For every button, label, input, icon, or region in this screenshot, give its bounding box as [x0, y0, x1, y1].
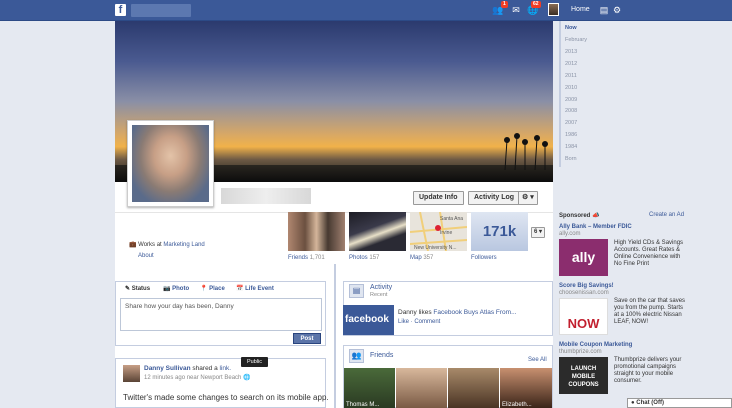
jump-2008[interactable]: 2008: [565, 108, 577, 114]
tab-place[interactable]: 📍 Place: [200, 285, 225, 292]
ad-2-image[interactable]: NOW: [559, 298, 608, 335]
chat-bar[interactable]: ● Chat (Off): [627, 398, 732, 408]
activity-log-button[interactable]: Activity Log: [468, 191, 521, 205]
tab-status[interactable]: ✎ Status: [125, 285, 150, 292]
ad-1-text: High Yield CDs & Savings Accounts. Great…: [614, 240, 684, 267]
jump-2009[interactable]: 2009: [565, 97, 577, 103]
update-info-button[interactable]: Update Info: [413, 191, 464, 205]
friend-requests-badge: 1: [501, 1, 508, 8]
about-link[interactable]: About: [138, 253, 154, 259]
globe-icon[interactable]: 🌐: [243, 375, 250, 381]
followers-thumbnail[interactable]: 171k: [471, 212, 528, 251]
map-thumbnail[interactable]: Santa Ana Irvine New University N...: [409, 211, 468, 252]
friend-photo[interactable]: Elizabeth...: [500, 368, 552, 408]
ad-1-title[interactable]: Ally Bank – Member FDIC: [559, 224, 632, 230]
story-header: Danny Sullivan shared a link.: [144, 365, 231, 372]
works-prefix: Works at: [138, 242, 162, 248]
tab-photo[interactable]: 📷 Photo: [163, 285, 189, 292]
avatar[interactable]: [548, 3, 559, 16]
sponsored-heading: Sponsored 📣: [559, 213, 600, 219]
tab-followers[interactable]: Followers: [471, 255, 497, 261]
photos-thumbnail[interactable]: [349, 212, 406, 251]
tab-map[interactable]: Map 357: [410, 255, 433, 261]
ad-3-text: Thumbprize delivers your promotional cam…: [614, 357, 682, 384]
activity-item: Danny likes Facebook Buys Atlas From...: [398, 309, 517, 316]
post-button[interactable]: Post: [293, 333, 321, 344]
see-all-link[interactable]: See All: [528, 357, 547, 363]
settings-menu-button[interactable]: ⚙ ▾: [518, 191, 538, 205]
ad-3-title[interactable]: Mobile Coupon Marketing: [559, 342, 632, 348]
story-link[interactable]: link.: [220, 365, 232, 372]
friend-name: Elizabeth...: [502, 402, 532, 408]
more-tabs-button[interactable]: 6 ▾: [531, 227, 546, 238]
activity-icon: ▤: [349, 284, 364, 298]
story-author-avatar[interactable]: [123, 365, 140, 382]
jump-2010[interactable]: 2010: [565, 85, 577, 91]
friend-photo[interactable]: [396, 368, 447, 408]
friend-name: Thomas M...: [346, 402, 380, 408]
map-graphic: Santa Ana Irvine New University N...: [409, 211, 468, 252]
messages-icon[interactable]: ✉: [510, 4, 522, 16]
chat-icon: ●: [631, 400, 635, 406]
friend-photo[interactable]: [448, 368, 499, 408]
works-at: 💼 Works at Marketing Land: [129, 241, 205, 248]
ad-1-domain: ally.com: [559, 231, 581, 237]
status-input[interactable]: Share how your day has been, Danny: [120, 298, 322, 331]
facebook-page-logo[interactable]: facebook: [343, 305, 394, 335]
jump-2012[interactable]: 2012: [565, 61, 577, 67]
map-label-3: New University N...: [414, 245, 457, 251]
ad-2-title[interactable]: Score Big Savings!: [559, 283, 614, 289]
followers-count: 171k: [482, 223, 517, 240]
jump-now[interactable]: Now: [565, 25, 577, 31]
profile-picture-image: [132, 125, 209, 202]
settings-icon[interactable]: ⚙: [611, 4, 623, 16]
activity-item-link[interactable]: Facebook Buys Atlas From...: [433, 309, 516, 316]
story-meta: 12 minutes ago near Newport Beach 🌐: [144, 375, 251, 381]
ad-2-domain: choosenissan.com: [559, 290, 609, 296]
profile-name: [221, 188, 311, 204]
story-author[interactable]: Danny Sullivan: [144, 365, 191, 372]
notifications-badge: 62: [531, 1, 541, 8]
jump-february[interactable]: February: [565, 37, 587, 43]
megaphone-icon: 📣: [592, 213, 600, 219]
ad-3-image[interactable]: LAUNCH MOBILE COUPONS: [559, 357, 608, 394]
friends-icon: 👥: [349, 349, 364, 363]
friend-photo[interactable]: Thomas M...: [344, 368, 395, 408]
jump-born[interactable]: Born: [565, 156, 577, 162]
briefcase-icon: 💼: [129, 242, 137, 248]
create-ad-link[interactable]: Create an Ad: [649, 212, 684, 218]
facebook-logo-icon[interactable]: f: [115, 4, 126, 16]
ad-3-domain: thumbprize.com: [559, 349, 602, 355]
activity-subtitle: Recent: [370, 292, 388, 298]
story-text: Twitter's made some changes to search on…: [123, 393, 329, 402]
profile-picture[interactable]: [127, 120, 214, 207]
jump-2007[interactable]: 2007: [565, 120, 577, 126]
friends-title[interactable]: Friends: [370, 352, 393, 359]
tab-friends[interactable]: Friends 1,701: [288, 255, 325, 261]
jump-1984[interactable]: 1984: [565, 144, 577, 150]
activity-item-prefix: Danny likes: [398, 309, 432, 316]
palm-trees-silhouette: [504, 133, 548, 170]
ad-2-text: Save on the car that saves you from the …: [614, 298, 686, 325]
tab-life-event[interactable]: 📅 Life Event: [236, 285, 274, 292]
privacy-icon[interactable]: ▤: [598, 4, 610, 16]
map-label-2: Irvine: [440, 230, 452, 236]
timeline-spine: [334, 264, 336, 408]
jump-2011[interactable]: 2011: [565, 73, 577, 79]
jump-1986[interactable]: 1986: [565, 132, 577, 138]
like-comment-links[interactable]: Like · Comment: [398, 319, 440, 325]
home-link[interactable]: Home: [571, 6, 590, 13]
tab-photos[interactable]: Photos 157: [349, 255, 379, 261]
jump-2013[interactable]: 2013: [565, 49, 577, 55]
ad-1-image[interactable]: ally: [559, 239, 608, 276]
map-label-1: Santa Ana: [440, 216, 463, 222]
friends-thumbnail[interactable]: [288, 212, 345, 251]
story-action: shared a: [192, 365, 218, 372]
activity-title[interactable]: Activity: [370, 284, 392, 291]
privacy-tooltip: Public: [241, 357, 268, 367]
search-input[interactable]: [131, 4, 191, 17]
works-link[interactable]: Marketing Land: [163, 242, 204, 248]
